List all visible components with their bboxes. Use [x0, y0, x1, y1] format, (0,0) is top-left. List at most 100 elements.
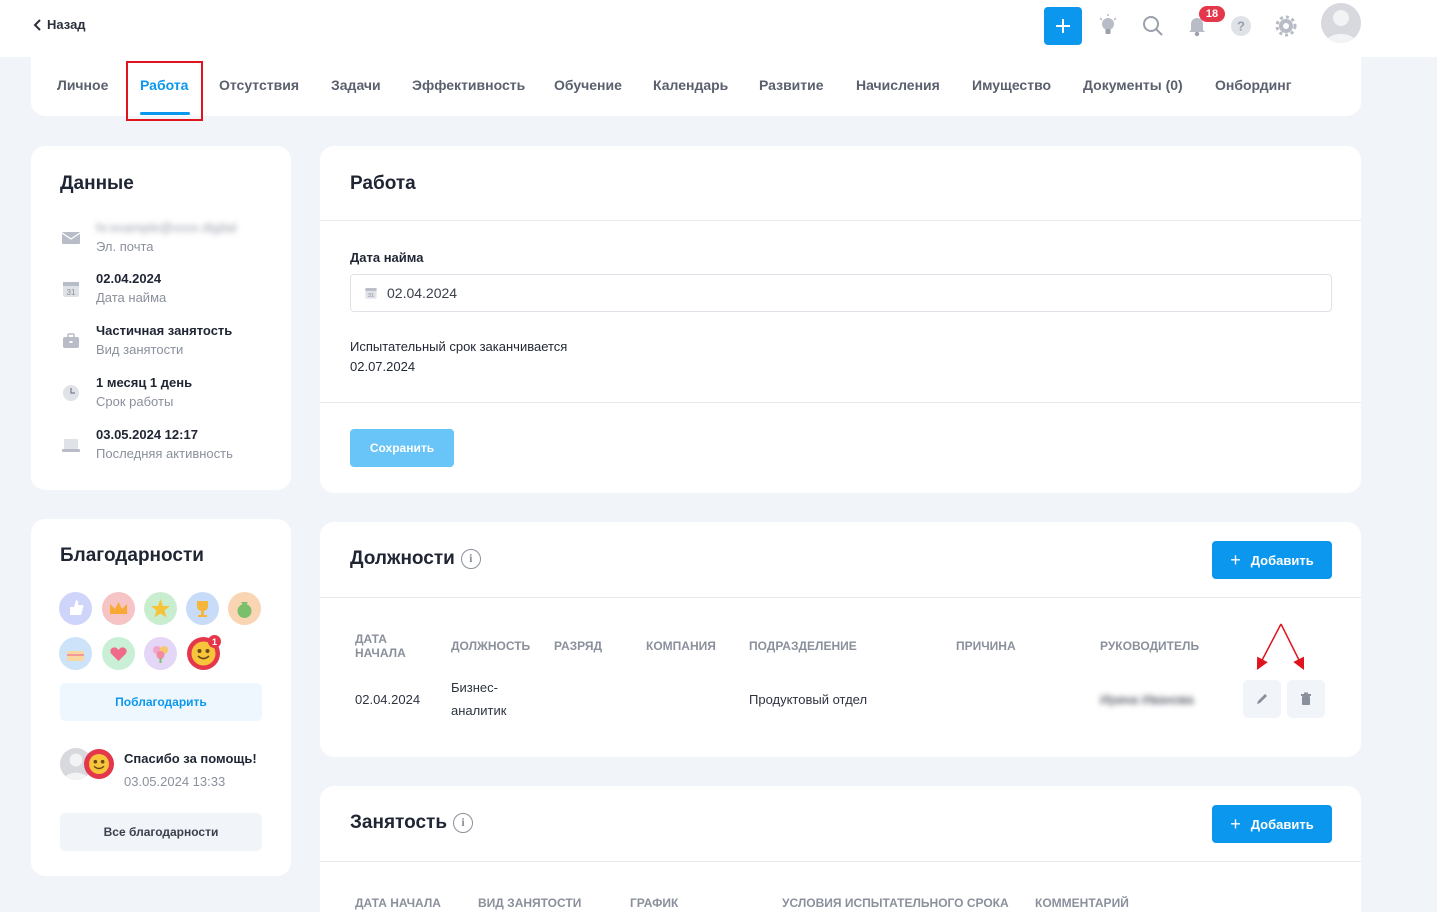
add-employment-button[interactable]: + Добавить — [1212, 805, 1332, 843]
divider — [320, 220, 1361, 221]
column-header-start-date: ДАТА НАЧАЛА — [355, 896, 441, 910]
user-avatar[interactable] — [1321, 3, 1361, 43]
info-icon[interactable]: i — [453, 812, 473, 833]
add-position-button[interactable]: + Добавить — [1212, 541, 1332, 579]
column-header-reason: ПРИЧИНА — [956, 639, 1016, 653]
tab-personal[interactable]: Личное — [57, 77, 108, 93]
tab-absences[interactable]: Отсутствия — [219, 77, 299, 93]
last-activity-value: 03.05.2024 12:17 — [96, 427, 198, 442]
help-button[interactable]: ? — [1229, 14, 1253, 38]
top-bar: Назад 18 ? — [0, 0, 1437, 57]
thumbs-up-badge-icon[interactable] — [59, 592, 92, 625]
tab-property[interactable]: Имущество — [972, 77, 1051, 93]
hire-date-input[interactable]: 31 02.04.2024 — [350, 274, 1332, 312]
hire-date-field-label: Дата найма — [350, 250, 424, 265]
emoji-avatar-icon — [84, 749, 114, 779]
add-position-label: Добавить — [1250, 552, 1314, 568]
work-card-title: Работа — [350, 173, 416, 194]
tab-tasks[interactable]: Задачи — [331, 77, 381, 93]
plus-icon: + — [1230, 814, 1241, 834]
heart-badge-icon[interactable] — [102, 637, 135, 670]
email-value-redacted: hr.example@xxxx.digital — [96, 220, 237, 235]
data-card: Данные hr.example@xxxx.digital Эл. почта… — [31, 146, 291, 490]
plus-icon — [1056, 19, 1070, 33]
tab-onboarding[interactable]: Онбординг — [1215, 77, 1292, 93]
notifications-count-badge: 18 — [1199, 6, 1225, 22]
calendar-icon: 31 — [365, 288, 377, 299]
annotation-highlight-frame — [126, 61, 203, 121]
column-header-comment: КОММЕНТАРИЙ — [1035, 896, 1129, 910]
svg-text:31: 31 — [67, 288, 76, 297]
settings-button[interactable] — [1274, 14, 1298, 38]
last-activity-label: Последняя активность — [96, 446, 233, 461]
profile-tabs: Личное Работа Отсутствия Задачи Эффектив… — [31, 57, 1361, 116]
star-icon — [151, 599, 170, 618]
tab-calendar[interactable]: Календарь — [653, 77, 728, 93]
trophy-icon — [197, 601, 208, 617]
delete-position-button[interactable] — [1287, 680, 1325, 718]
lightbulb-icon — [1099, 14, 1117, 34]
edit-position-button[interactable] — [1243, 680, 1281, 718]
thank-button[interactable]: Поблагодарить — [60, 683, 262, 721]
money-badge-icon[interactable] — [228, 592, 261, 625]
hire-date-input-value: 02.04.2024 — [387, 285, 458, 301]
info-last-activity: 03.05.2024 12:17 Последняя активность — [61, 427, 291, 467]
badge-count: 1 — [208, 635, 221, 648]
column-header-manager: РУКОВОДИТЕЛЬ — [1100, 639, 1200, 653]
divider — [320, 597, 1361, 598]
crown-icon — [110, 602, 127, 614]
row-start-date: 02.04.2024 — [355, 692, 421, 707]
trash-icon — [1301, 692, 1311, 705]
pencil-icon — [1257, 694, 1267, 704]
cake-badge-icon[interactable] — [59, 637, 92, 670]
search-button[interactable] — [1141, 14, 1165, 38]
back-link[interactable]: Назад — [33, 17, 86, 32]
smiley-icon — [89, 754, 109, 774]
employment-type-label: Вид занятости — [96, 342, 184, 357]
positions-title: Должности — [350, 548, 455, 569]
employment-card-title: Занятость i — [350, 812, 473, 834]
save-button[interactable]: Сохранить — [350, 429, 454, 467]
help-icon: ? — [1231, 16, 1251, 36]
briefcase-icon — [63, 333, 79, 348]
plus-icon: + — [1230, 550, 1241, 570]
crown-badge-icon[interactable] — [102, 592, 135, 625]
money-bag-icon — [237, 602, 252, 618]
probation-label: Испытательный срок заканчивается — [350, 339, 568, 354]
flowers-icon — [153, 646, 168, 663]
info-hire-date: 31 02.04.2024 Дата найма — [61, 271, 291, 311]
calendar-icon: 31 — [63, 282, 79, 297]
tab-learning[interactable]: Обучение — [554, 77, 622, 93]
column-header-probation-terms: УСЛОВИЯ ИСПЫТАТЕЛЬНОГО СРОКА — [782, 896, 1009, 910]
thanks-card-title: Благодарности — [60, 545, 204, 566]
data-card-title: Данные — [60, 173, 134, 194]
employment-title: Занятость — [350, 812, 447, 833]
idea-button[interactable] — [1096, 14, 1120, 38]
mail-icon — [61, 232, 81, 244]
column-header-position: ДОЛЖНОСТЬ — [451, 639, 531, 653]
tab-documents[interactable]: Документы (0) — [1083, 77, 1183, 93]
info-icon[interactable]: i — [460, 548, 481, 569]
info-tenure: 1 месяц 1 день Срок работы — [61, 375, 291, 415]
tab-accruals[interactable]: Начисления — [856, 77, 940, 93]
work-card: Работа Дата найма 31 02.04.2024 Испытате… — [320, 146, 1361, 493]
create-button[interactable] — [1044, 7, 1082, 45]
employment-card: Занятость i + Добавить ДАТА НАЧАЛА ВИД ЗА… — [320, 786, 1361, 912]
hire-date-value: 02.04.2024 — [96, 271, 162, 286]
all-thanks-button[interactable]: Все благодарности — [60, 813, 262, 851]
tab-development[interactable]: Развитие — [759, 77, 824, 93]
column-header-grade: РАЗРЯД — [554, 639, 603, 653]
divider — [320, 861, 1361, 862]
heart-icon — [110, 647, 127, 661]
row-position-line1: Бизнес- — [451, 680, 498, 695]
trophy-badge-icon[interactable] — [186, 592, 219, 625]
row-position-line2: аналитик — [451, 703, 507, 718]
chevron-left-icon — [33, 18, 41, 31]
star-badge-icon[interactable] — [144, 592, 177, 625]
add-employment-label: Добавить — [1250, 816, 1314, 832]
tab-performance[interactable]: Эффективность — [412, 77, 525, 93]
search-icon — [1143, 16, 1163, 36]
flowers-badge-icon[interactable] — [144, 637, 177, 670]
column-header-start-date-line2: НАЧАЛА — [355, 646, 406, 660]
avatar-silhouette-icon — [1326, 10, 1356, 43]
